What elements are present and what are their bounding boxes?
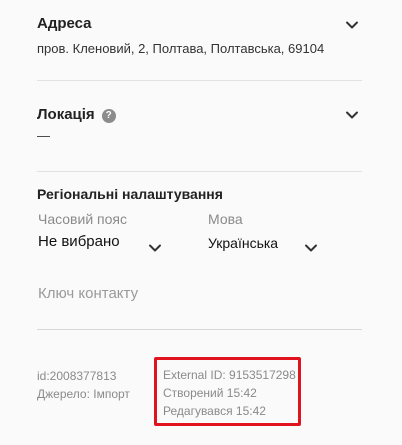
language-label: Мова — [208, 211, 243, 227]
divider — [37, 80, 362, 81]
address-value: пров. Кленовий, 2, Полтава, Полтавська, … — [37, 41, 325, 56]
address-title: Адреса — [37, 15, 92, 32]
chevron-down-icon[interactable] — [344, 107, 360, 123]
chevron-down-icon[interactable] — [147, 240, 163, 256]
location-title: Локація — [37, 106, 95, 123]
language-select-value: Українська — [208, 235, 279, 251]
location-section[interactable]: Локація? — [37, 106, 362, 124]
contact-key-placeholder: Ключ контакту — [38, 285, 139, 302]
contact-details-panel: Адреса пров. Кленовий, 2, Полтава, Полта… — [0, 0, 402, 445]
timezone-label: Часовий пояс — [38, 211, 127, 227]
chevron-down-icon[interactable] — [303, 240, 319, 256]
regional-settings-title: Регіональні налаштування — [37, 186, 223, 202]
location-value: — — [37, 128, 50, 143]
contact-key-input[interactable]: Ключ контакту — [37, 284, 362, 330]
chevron-down-icon[interactable] — [344, 17, 360, 33]
contact-id: id:2008377813 — [37, 369, 117, 383]
contact-source: Джерело: Імпорт — [37, 387, 130, 401]
highlight-box — [154, 357, 301, 426]
timezone-select-value: Не вибрано — [38, 233, 120, 250]
address-section[interactable]: Адреса — [37, 15, 362, 32]
divider — [37, 171, 362, 172]
meta-left: id:2008377813 Джерело: Імпорт — [37, 367, 130, 403]
help-icon[interactable]: ? — [101, 109, 116, 123]
